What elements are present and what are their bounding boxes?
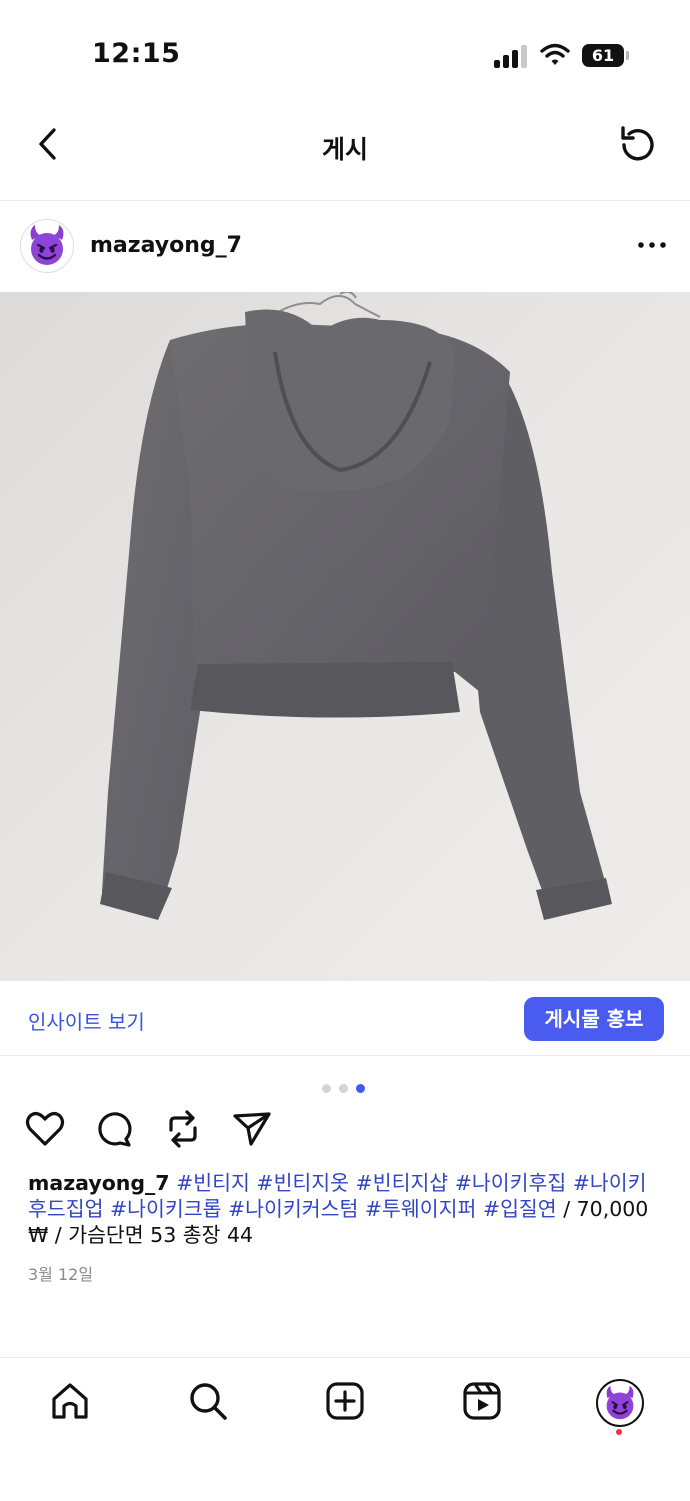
profile-avatar[interactable] [596,1379,644,1427]
reels-icon[interactable] [460,1379,504,1423]
home-icon[interactable] [48,1379,92,1423]
post-date: 3월 12일 [28,1265,94,1284]
send-icon[interactable] [231,1108,273,1150]
hashtag[interactable]: #나이키커스텀 [228,1197,358,1221]
battery-tip [626,51,629,60]
view-insights-link[interactable]: 인사이트 보기 [28,1006,145,1035]
wifi-icon [540,43,570,65]
carousel-indicator [322,1078,373,1093]
carousel-dot [339,1084,348,1093]
status-bar: 12:15 61 [0,0,690,110]
hashtag[interactable]: #빈티지샵 [356,1171,449,1195]
comment-icon[interactable] [93,1108,135,1150]
status-time: 12:15 [92,38,181,69]
create-icon[interactable] [323,1379,367,1423]
hashtag[interactable]: #입질연 [483,1197,557,1221]
top-navigation: 게시 [0,110,690,201]
post-image[interactable] [0,292,690,981]
post-header: mazayong_7 [0,200,690,292]
post-action-row: 인사이트 보기 게시물 홍보 [0,981,690,1056]
hashtag[interactable]: #투웨이지퍼 [365,1197,476,1221]
cellular-signal-icon [494,44,530,68]
carousel-dot-active [356,1084,365,1093]
notification-dot [616,1429,622,1435]
hashtag[interactable]: #나이키후집 [455,1171,566,1195]
bottom-navigation [0,1357,690,1501]
search-icon[interactable] [186,1379,230,1423]
post-username[interactable]: mazayong_7 [90,233,242,258]
devil-emoji-icon[interactable] [20,219,74,273]
heart-icon[interactable] [24,1108,66,1150]
battery-icon: 61 [582,44,624,67]
refresh-icon[interactable] [615,122,661,168]
hashtag[interactable]: #나이키크롭 [110,1197,221,1221]
more-horizontal-icon[interactable] [636,240,668,250]
repost-icon[interactable] [162,1108,204,1150]
hashtag[interactable]: #빈티지옷 [256,1171,349,1195]
caption-username[interactable]: mazayong_7 [28,1171,170,1195]
carousel-dot [322,1084,331,1093]
post-icons-row [0,1108,690,1152]
post-caption: mazayong_7 #빈티지 #빈티지옷 #빈티지샵 #나이키후집 #나이키후… [28,1170,664,1248]
page-title: 게시 [321,135,368,164]
promote-post-button[interactable]: 게시물 홍보 [524,997,664,1041]
hashtag[interactable]: #빈티지 [176,1171,250,1195]
